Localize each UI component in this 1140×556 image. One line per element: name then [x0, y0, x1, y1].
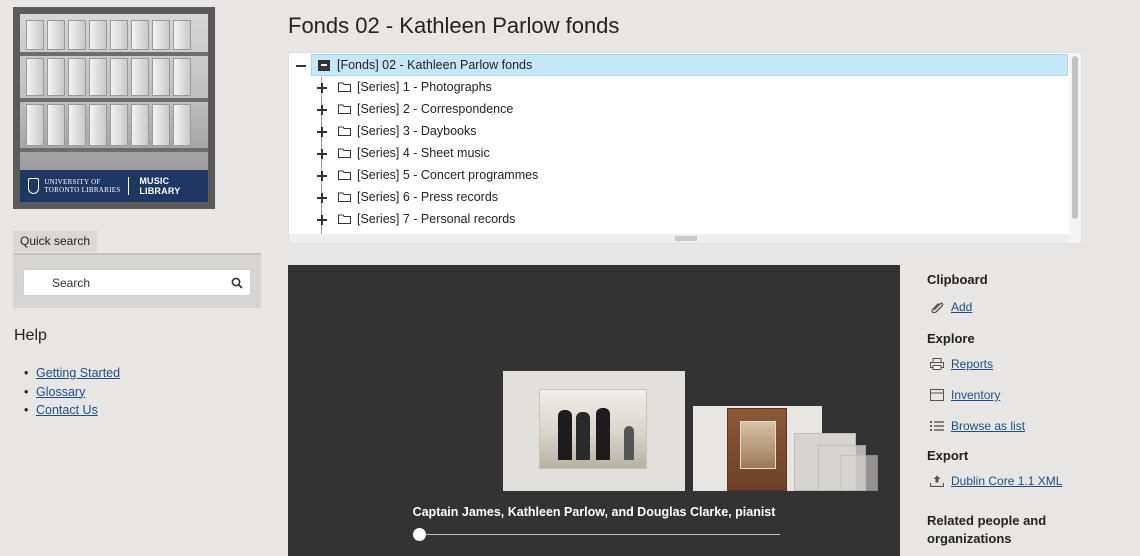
tree-scrollbar[interactable]	[1069, 53, 1081, 243]
library-logo[interactable]: UNIVERSITY OF TORONTO LIBRARIES MUSIC LI…	[13, 7, 215, 209]
explore-heading: Explore	[927, 331, 975, 346]
search-icon[interactable]	[231, 277, 243, 289]
help-link-contact-us[interactable]: Contact Us	[24, 401, 120, 420]
expand-toggle-icon[interactable]	[317, 215, 327, 225]
tree-node-label: [Fonds] 02 - Kathleen Parlow fonds	[337, 58, 533, 72]
carousel-thumbnail[interactable]	[840, 455, 878, 491]
carousel-slider-handle[interactable]	[413, 528, 426, 541]
inventory-icon	[930, 389, 944, 401]
resize-grip-icon[interactable]	[675, 236, 697, 241]
folder-icon	[338, 126, 351, 136]
inventory-link[interactable]: Inventory	[927, 388, 1127, 402]
help-heading: Help	[14, 327, 47, 344]
quick-search-box: Search	[13, 253, 261, 308]
carousel-caption: Captain James, Kathleen Parlow, and Doug…	[412, 505, 776, 519]
dublin-core-export-link[interactable]: Dublin Core 1.1 XML	[927, 474, 1127, 488]
help-link-getting-started[interactable]: Getting Started	[24, 364, 120, 383]
expand-toggle-icon[interactable]	[317, 127, 327, 137]
related-heading: Related people and organizations	[927, 513, 1047, 546]
tree-node-label: [Series] 3 - Daybooks	[357, 124, 477, 138]
collapse-toggle-icon[interactable]	[296, 61, 306, 71]
carousel-thumbnail-active[interactable]	[503, 371, 685, 491]
tree-node-label: [Series] 6 - Press records	[357, 190, 499, 204]
tree-node-label: [Series] 5 - Concert programmes	[357, 168, 539, 182]
help-link-glossary[interactable]: Glossary	[24, 383, 120, 402]
digital-object-carousel[interactable]: Captain James, Kathleen Parlow, and Doug…	[288, 265, 900, 556]
paperclip-icon	[931, 302, 944, 313]
upload-icon	[930, 475, 944, 487]
printer-icon	[930, 358, 944, 370]
tree-node-label: [Series] 4 - Sheet music	[357, 146, 490, 160]
tree-scrollbar-thumb[interactable]	[1072, 56, 1078, 219]
group-photo-image	[539, 389, 647, 469]
tree-node-series[interactable]: [Series] 5 - Concert programmes	[338, 164, 538, 186]
expand-toggle-icon[interactable]	[317, 171, 327, 181]
tree-node-label: [Series] 2 - Correspondence	[357, 102, 514, 116]
tree-node-label: [Series] 7 - Personal records	[357, 212, 516, 226]
fonds-icon	[318, 59, 330, 71]
archive-shelves-image: UNIVERSITY OF TORONTO LIBRARIES MUSIC LI…	[20, 14, 208, 202]
search-placeholder: Search	[52, 276, 91, 290]
expand-toggle-icon[interactable]	[317, 83, 327, 93]
portrait-card-image	[727, 408, 787, 491]
tree-node-series[interactable]: [Series] 1 - Photographs	[338, 76, 492, 98]
help-links: Getting Started Glossary Contact Us	[24, 364, 120, 420]
folder-icon	[338, 104, 351, 114]
tree-node-series[interactable]: [Series] 2 - Correspondence	[338, 98, 513, 120]
expand-toggle-icon[interactable]	[317, 149, 327, 159]
folder-icon	[338, 148, 351, 158]
browse-as-list-link[interactable]: Browse as list	[927, 419, 1127, 433]
tree-resize-bar[interactable]	[289, 234, 1071, 243]
export-heading: Export	[927, 448, 969, 463]
tree-node-series[interactable]: [Series] 4 - Sheet music	[338, 142, 490, 164]
folder-icon	[338, 214, 351, 224]
tree-node-label: [Series] 1 - Photographs	[357, 80, 492, 94]
tree-node-series[interactable]: [Series] 7 - Personal records	[338, 208, 515, 230]
expand-toggle-icon[interactable]	[317, 193, 327, 203]
tree-node-fonds[interactable]: [Fonds] 02 - Kathleen Parlow fonds	[311, 54, 1068, 76]
crest-icon	[28, 178, 40, 194]
library-name: MUSIC LIBRARY	[139, 176, 181, 196]
university-name: UNIVERSITY OF TORONTO LIBRARIES	[44, 178, 121, 194]
carousel-slider-track[interactable]	[420, 534, 780, 535]
quick-search-label: Quick search	[13, 231, 98, 252]
page-title: Fonds 02 - Kathleen Parlow fonds	[288, 13, 620, 38]
tree-node-series[interactable]: [Series] 6 - Press records	[338, 186, 498, 208]
logo-band: UNIVERSITY OF TORONTO LIBRARIES MUSIC LI…	[20, 170, 208, 202]
folder-icon	[338, 170, 351, 180]
expand-toggle-icon[interactable]	[317, 105, 327, 115]
clipboard-add-link[interactable]: Add	[927, 300, 1127, 314]
folder-icon	[338, 82, 351, 92]
tree-node-series[interactable]: [Series] 3 - Daybooks	[338, 120, 477, 142]
clipboard-heading: Clipboard	[927, 272, 988, 287]
reports-link[interactable]: Reports	[927, 357, 1127, 371]
hierarchy-tree[interactable]: [Fonds] 02 - Kathleen Parlow fonds [Seri…	[288, 52, 1082, 244]
folder-icon	[338, 192, 351, 202]
list-icon	[930, 421, 944, 431]
search-input[interactable]: Search	[23, 269, 251, 296]
